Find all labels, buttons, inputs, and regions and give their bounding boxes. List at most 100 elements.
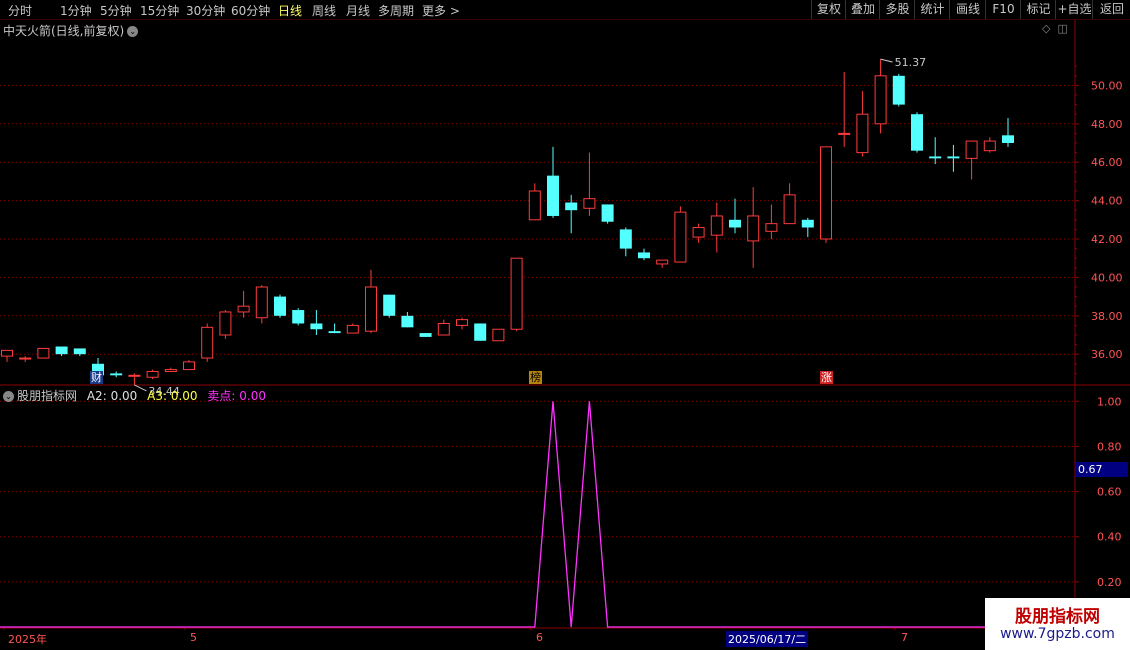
toolbar-item-10[interactable]: 更多 > — [422, 2, 460, 19]
toolbar-item-1[interactable]: 1分钟 — [60, 2, 92, 19]
candle — [73, 348, 86, 357]
indicator-cursor-value: 0.67 — [1076, 462, 1128, 477]
tag-cai[interactable]: 财 — [90, 371, 103, 384]
candle-body — [601, 204, 614, 222]
candle — [983, 137, 996, 153]
candle — [237, 290, 250, 318]
candle-body — [292, 310, 305, 324]
tag-zhang[interactable]: 涨 — [820, 371, 833, 384]
candle-body — [73, 348, 86, 355]
toolbar-item-2[interactable]: 5分钟 — [100, 2, 132, 19]
candle-body — [55, 346, 68, 355]
candle — [1, 349, 13, 362]
date-label-july: 7 — [901, 631, 908, 644]
candle — [328, 323, 341, 334]
toolbar-right-7[interactable]: +自选 — [1055, 0, 1093, 19]
candle-body — [856, 113, 869, 154]
toolbar-right-4[interactable]: 画线 — [949, 0, 986, 19]
candle-body — [1002, 135, 1014, 143]
candle-body — [274, 296, 286, 316]
tag-bang[interactable]: 榜 — [529, 371, 542, 384]
candle-body — [1, 349, 13, 357]
toolbar-item-4[interactable]: 30分钟 — [186, 2, 225, 19]
candle-body — [110, 373, 123, 376]
candle-body — [874, 75, 887, 125]
candlestick-series — [1, 59, 1014, 385]
window-icon[interactable]: ◫ — [1057, 22, 1067, 35]
candle-body — [437, 322, 450, 336]
period-toolbar: 分时 1分钟 5分钟 15分钟 30分钟 60分钟 日线 周线 月线 多周期 更多 > 复权 叠加 多股统… — [0, 0, 1130, 20]
candle — [346, 323, 359, 334]
candle-body — [710, 215, 723, 236]
toolbar-right-8[interactable]: 返回 — [1092, 0, 1130, 19]
toolbar-right-5[interactable]: F10 — [985, 0, 1021, 19]
watermark-title: 股朋指标网 — [1015, 607, 1100, 627]
toolbar-item-6[interactable]: 日线 — [278, 2, 302, 19]
toolbar-item-9[interactable]: 多周期 — [378, 2, 414, 19]
candle — [401, 311, 414, 328]
candle-body — [547, 175, 559, 216]
candle-body — [583, 198, 596, 209]
sell-value: 0.00 — [239, 389, 266, 403]
indicator-tick-label: 0.80 — [1097, 440, 1122, 453]
candle-body — [201, 326, 214, 359]
candle-body — [183, 361, 195, 371]
toolbar-right-1[interactable]: 叠加 — [845, 0, 880, 19]
candle — [710, 202, 723, 253]
candle-body — [474, 323, 487, 341]
candle-body — [146, 370, 159, 378]
grid-lines — [0, 20, 1130, 630]
chevron-down-icon[interactable]: ⌄ — [127, 26, 139, 37]
candle-body — [783, 194, 796, 225]
candle — [274, 294, 286, 318]
price-axis: 50.00 48.00 46.00 44.00 42.00 40.00 38.00 36.00… — [1075, 65, 1123, 589]
candle — [146, 369, 159, 380]
candle — [128, 373, 141, 385]
indicator-tick-label: 0.20 — [1097, 576, 1122, 589]
candle-body — [947, 156, 960, 159]
toolbar-item-0[interactable]: 分时 — [8, 2, 32, 19]
toolbar-item-3[interactable]: 15分钟 — [140, 2, 179, 19]
candle-body — [164, 369, 177, 372]
candle — [19, 356, 32, 362]
candle-body — [820, 146, 832, 240]
toolbar-item-5[interactable]: 60分钟 — [231, 2, 270, 19]
candle — [656, 259, 669, 268]
a2-label: A2: — [86, 389, 107, 403]
candle — [783, 183, 796, 225]
candle — [528, 183, 541, 221]
candle-body — [255, 286, 268, 319]
candle — [929, 137, 942, 165]
candle — [419, 333, 432, 337]
candle — [310, 310, 323, 335]
chevron-down-icon[interactable]: ⌄ — [3, 391, 14, 402]
candle-body — [456, 319, 468, 326]
candle — [565, 194, 578, 234]
indicator-tick-label: 0.60 — [1097, 486, 1122, 499]
high-label: 51.37 — [895, 56, 927, 69]
diamond-icon[interactable]: ◇ — [1042, 22, 1050, 35]
candle-body — [747, 215, 760, 242]
toolbar-right-3[interactable]: 统计 — [914, 0, 950, 19]
candle-body — [528, 190, 541, 221]
toolbar-item-8[interactable]: 月线 — [346, 2, 370, 19]
candle-body — [419, 333, 432, 337]
price-tick-label: 42.00 — [1091, 233, 1123, 246]
candle — [547, 146, 559, 218]
toolbar-right-2[interactable]: 多股 — [879, 0, 915, 19]
candle-body — [674, 211, 687, 263]
toolbar-right-6[interactable]: 标记 — [1020, 0, 1056, 19]
candle — [1002, 118, 1014, 147]
candle — [729, 198, 741, 234]
candle-body — [492, 328, 505, 342]
toolbar-item-7[interactable]: 周线 — [312, 2, 336, 19]
price-tick-label: 40.00 — [1091, 271, 1123, 284]
candle — [801, 217, 814, 238]
candle — [474, 323, 487, 341]
candle-body — [911, 114, 923, 151]
candle-body — [892, 75, 905, 105]
toolbar-right-0[interactable]: 复权 — [811, 0, 846, 19]
candle — [110, 371, 123, 378]
candle-body — [619, 229, 632, 249]
candle-body — [838, 132, 851, 135]
